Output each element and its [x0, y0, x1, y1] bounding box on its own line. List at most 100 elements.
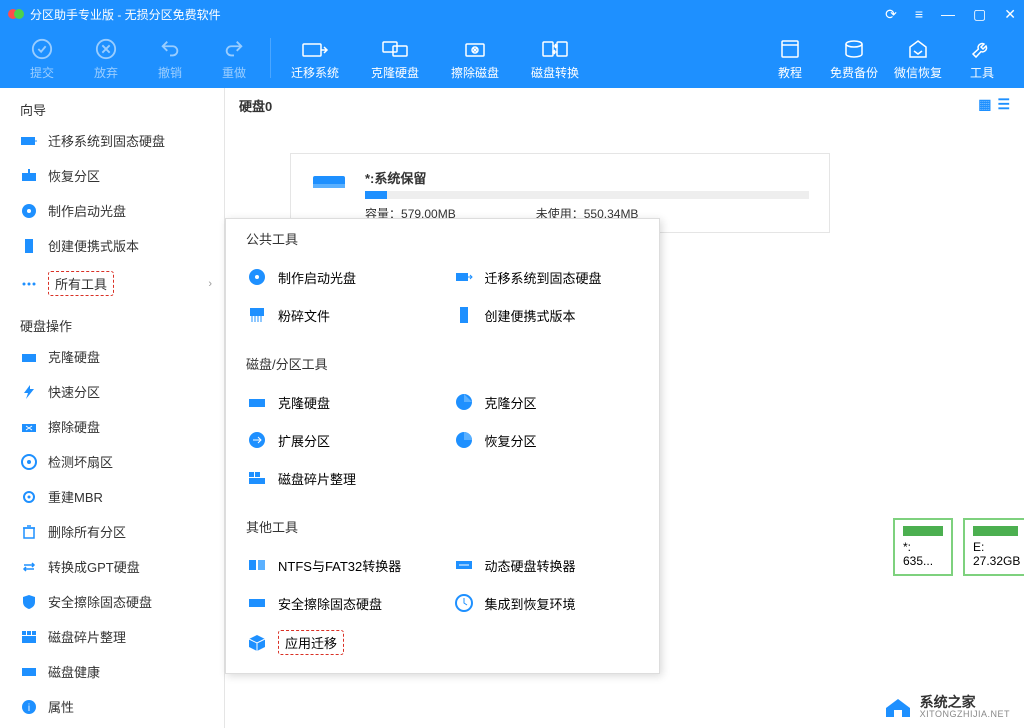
wechat-recover-button[interactable]: 微信恢复	[886, 30, 950, 86]
undo-button[interactable]: 撤销	[138, 30, 202, 86]
erase-icon	[461, 36, 489, 62]
tutorial-button[interactable]: 教程	[758, 30, 822, 86]
sidebar-item-clone-disk[interactable]: 克隆硬盘	[0, 339, 224, 374]
ssd-icon	[20, 132, 38, 150]
popup-item-shred[interactable]: 粉碎文件	[236, 296, 443, 334]
bolt-icon	[20, 383, 38, 401]
popup-item-app-migrate[interactable]: 应用迁移	[236, 622, 443, 663]
undo-icon	[156, 36, 184, 62]
recovery-icon	[453, 592, 475, 614]
redo-button[interactable]: 重做	[202, 30, 266, 86]
close-icon[interactable]: ✕	[1004, 6, 1016, 23]
refresh-icon[interactable]: ⟳	[885, 6, 897, 23]
popup-item-recovery-env[interactable]: 集成到恢复环境	[443, 584, 650, 622]
house-icon	[882, 696, 914, 718]
svg-text:i: i	[28, 703, 30, 714]
watermark: 系统之家 XITONGZHIJIA.NET	[882, 695, 1010, 720]
sidebar-item-quick-partition[interactable]: 快速分区	[0, 374, 224, 409]
eraser-icon	[20, 418, 38, 436]
ssd-erase-icon	[246, 592, 268, 614]
sidebar-item-bad-sector[interactable]: 检测坏扇区	[0, 444, 224, 479]
recover-pie-icon	[453, 429, 475, 451]
dynamic-icon	[453, 554, 475, 576]
toolbar: 提交 放弃 撤销 重做 迁移系统 克隆硬盘 擦除磁盘 磁盘转换 教程 免费备份 …	[0, 28, 1024, 88]
erase-disk-button[interactable]: 擦除磁盘	[435, 30, 515, 86]
defrag-icon	[246, 467, 268, 489]
disc-icon	[20, 202, 38, 220]
partition-block-star[interactable]: *: 635...	[893, 518, 953, 576]
sidebar-item-portable[interactable]: 创建便携式版本	[0, 228, 224, 263]
clone-disk-icon	[20, 348, 38, 366]
disk-convert-button[interactable]: 磁盘转换	[515, 30, 595, 86]
sidebar-section-disk: 硬盘操作	[0, 304, 224, 339]
book-icon	[776, 36, 804, 62]
sidebar-item-rebuild-mbr[interactable]: 重建MBR	[0, 479, 224, 514]
shield-icon	[20, 593, 38, 611]
disk-icon	[246, 391, 268, 413]
check-icon	[28, 36, 56, 62]
sidebar-item-properties[interactable]: i属性	[0, 689, 224, 724]
popup-item-defrag[interactable]: 磁盘碎片整理	[236, 459, 443, 497]
recover-icon	[20, 167, 38, 185]
drive-icon	[311, 170, 347, 194]
shred-icon	[246, 304, 268, 326]
titlebar: 分区助手专业版 - 无损分区免费软件 ⟳ ≡ — ▢ ✕	[0, 0, 1024, 28]
backup-button[interactable]: 免费备份	[822, 30, 886, 86]
sidebar-item-defrag[interactable]: 磁盘碎片整理	[0, 619, 224, 654]
all-tools-popup: 公共工具 制作启动光盘 迁移系统到固态硬盘 粉碎文件 创建便携式版本 磁盘/分区…	[225, 218, 660, 674]
partition-block-e[interactable]: E: 27.32GB NTFS	[963, 518, 1024, 576]
tools-button[interactable]: 工具	[950, 30, 1014, 86]
usage-bar	[365, 191, 809, 199]
list-view-icon[interactable]: ☰	[997, 96, 1010, 115]
swap-icon	[20, 558, 38, 576]
migrate-icon	[301, 36, 329, 62]
maximize-icon[interactable]: ▢	[973, 6, 986, 23]
backup-icon	[840, 36, 868, 62]
app-logo-icon	[8, 6, 24, 22]
gear-icon	[20, 488, 38, 506]
sidebar-item-migrate-ssd[interactable]: 迁移系统到固态硬盘	[0, 123, 224, 158]
window-controls: ⟳ ≡ — ▢ ✕	[885, 6, 1016, 23]
popup-item-ntfs-fat32[interactable]: NTFS与FAT32转换器	[236, 546, 443, 584]
wrench-icon	[968, 36, 996, 62]
popup-section-other: 其他工具	[226, 507, 659, 542]
convert-fs-icon	[246, 554, 268, 576]
pie-icon	[453, 391, 475, 413]
popup-item-recover-partition[interactable]: 恢复分区	[443, 421, 650, 459]
sidebar-item-delete-all[interactable]: 删除所有分区	[0, 514, 224, 549]
chevron-right-icon: ›	[208, 278, 212, 290]
clone-disk-button[interactable]: 克隆硬盘	[355, 30, 435, 86]
popup-item-boot-disc[interactable]: 制作启动光盘	[236, 258, 443, 296]
usb-icon	[453, 304, 475, 326]
trash-icon	[20, 523, 38, 541]
cancel-icon	[92, 36, 120, 62]
sidebar: 向导 迁移系统到固态硬盘 恢复分区 制作启动光盘 创建便携式版本 所有工具› 硬…	[0, 88, 225, 728]
minimize-icon[interactable]: —	[941, 6, 955, 22]
popup-item-portable[interactable]: 创建便携式版本	[443, 296, 650, 334]
popup-item-secure-erase[interactable]: 安全擦除固态硬盘	[236, 584, 443, 622]
sidebar-item-erase-disk[interactable]: 擦除硬盘	[0, 409, 224, 444]
heart-icon	[20, 663, 38, 681]
sidebar-item-recover-partition[interactable]: 恢复分区	[0, 158, 224, 193]
popup-item-migrate-ssd[interactable]: 迁移系统到固态硬盘	[443, 258, 650, 296]
window-title: 分区助手专业版 - 无损分区免费软件	[30, 6, 885, 23]
sidebar-item-disk-health[interactable]: 磁盘健康	[0, 654, 224, 689]
sidebar-item-all-tools[interactable]: 所有工具›	[0, 263, 224, 304]
discard-button[interactable]: 放弃	[74, 30, 138, 86]
migrate-system-button[interactable]: 迁移系统	[275, 30, 355, 86]
disc-icon	[246, 266, 268, 288]
popup-section-diskpart: 磁盘/分区工具	[226, 344, 659, 379]
sidebar-item-boot-disc[interactable]: 制作启动光盘	[0, 193, 224, 228]
commit-button[interactable]: 提交	[10, 30, 74, 86]
popup-item-dynamic-convert[interactable]: 动态硬盘转换器	[443, 546, 650, 584]
grid-view-icon[interactable]: ▦	[978, 96, 991, 115]
ssd-arrow-icon	[453, 266, 475, 288]
sidebar-item-secure-erase-ssd[interactable]: 安全擦除固态硬盘	[0, 584, 224, 619]
redo-icon	[220, 36, 248, 62]
menu-icon[interactable]: ≡	[915, 6, 923, 22]
popup-item-clone-disk[interactable]: 克隆硬盘	[236, 383, 443, 421]
popup-item-extend-partition[interactable]: 扩展分区	[236, 421, 443, 459]
sidebar-item-convert-gpt[interactable]: 转换成GPT硬盘	[0, 549, 224, 584]
convert-icon	[541, 36, 569, 62]
popup-item-clone-partition[interactable]: 克隆分区	[443, 383, 650, 421]
